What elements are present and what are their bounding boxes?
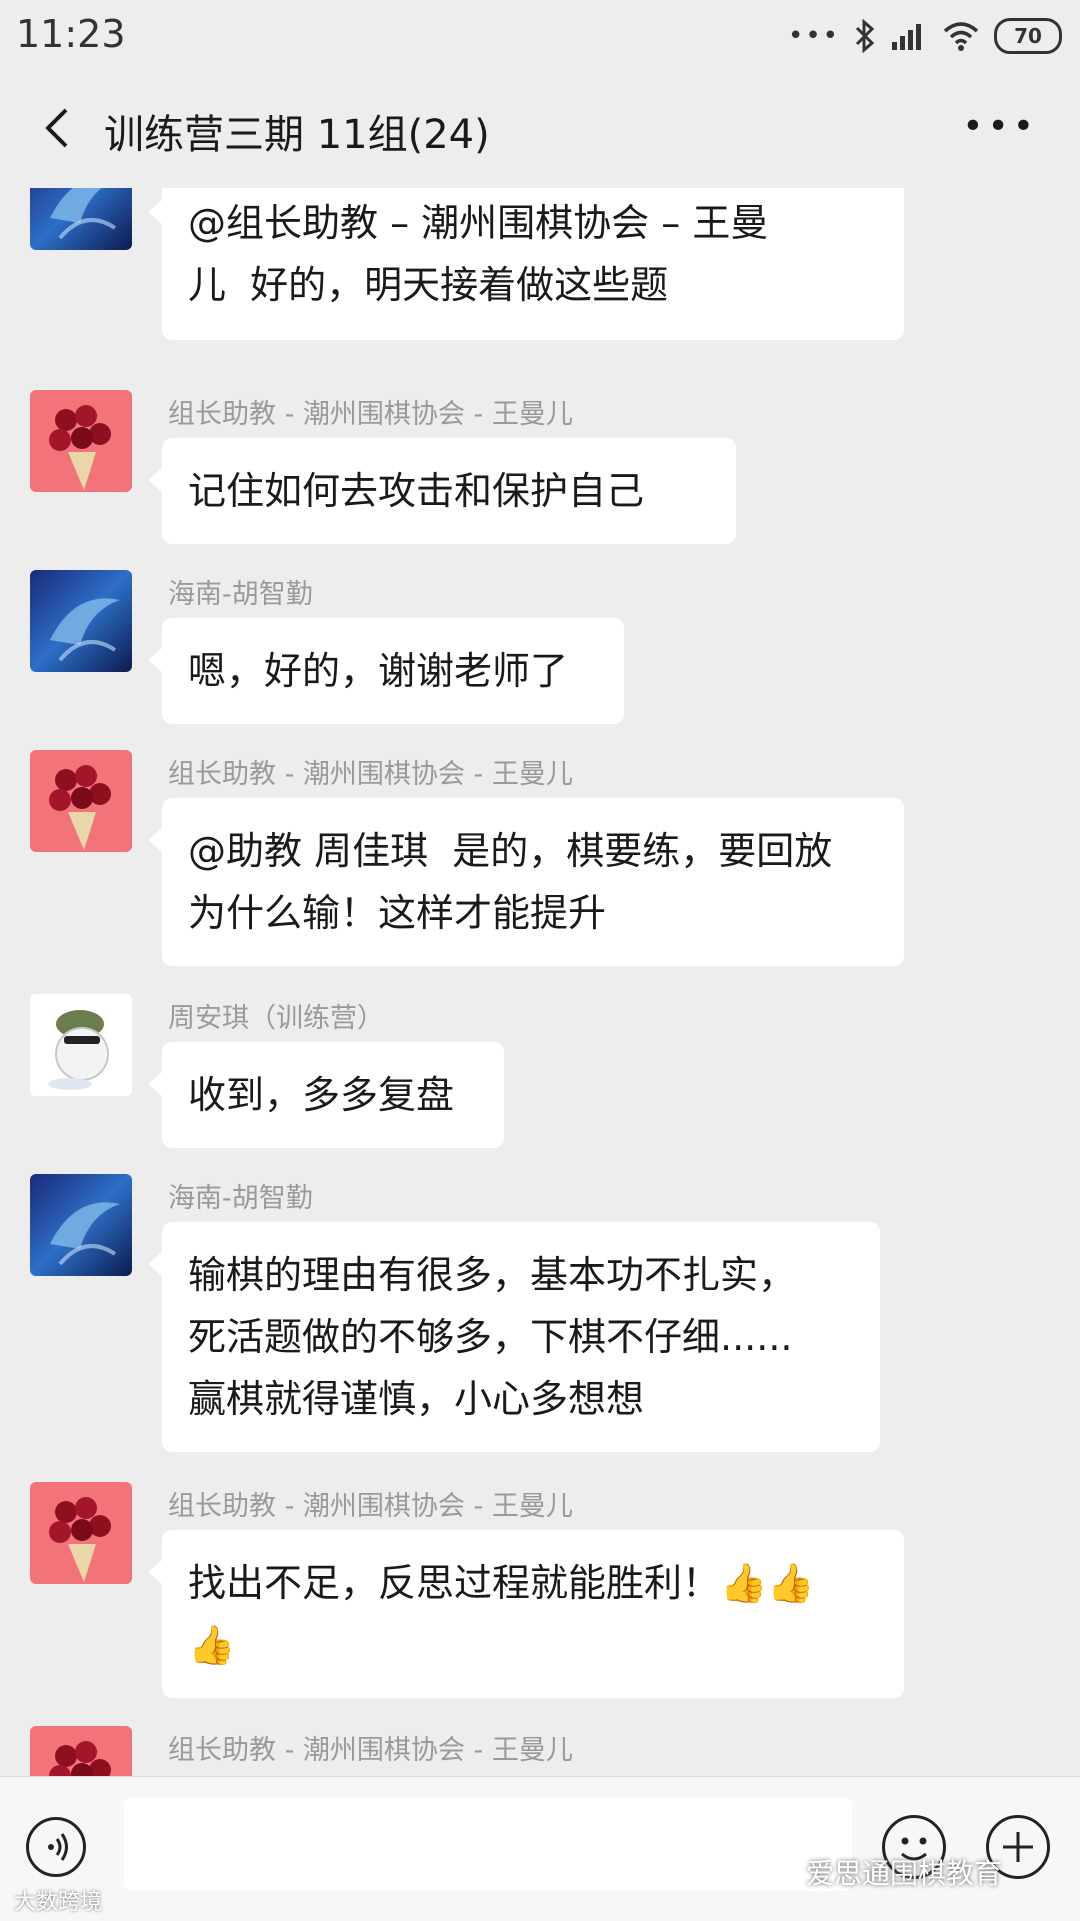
avatar-dolphin[interactable] [30,570,132,672]
message-bubble[interactable]: @助教 周佳琪 是的，棋要练，要回放 为什么输！这样才能提升 [148,798,904,966]
more-icon[interactable]: ••• [962,106,1038,147]
sender-name: 组长助教 - 潮州围棋协会 - 王曼儿 [168,1491,573,1522]
sender-name: 组长助教 - 潮州围棋协会 - 王曼儿 [168,759,573,790]
avatar-rose[interactable] [30,1726,132,1776]
message-input[interactable] [124,1797,852,1891]
avatar-cat[interactable] [30,994,132,1096]
sender-name: 海南-胡智勤 [168,1183,313,1214]
signal-dots: ••• [787,21,840,51]
sender-name: 周安琪（训练营） [168,1003,384,1034]
message-bubble[interactable]: 找出不足，反思过程就能胜利！👍👍 👍 [148,1530,904,1698]
chevron-left-icon[interactable] [34,104,82,152]
status-icons: ••• 70 [788,14,1062,58]
watermark-right: 爱思通围棋教育 [806,1857,1003,1890]
sender-name: 组长助教 - 潮州围棋协会 - 王曼儿 [168,1735,573,1766]
avatar-dolphin[interactable] [30,1174,132,1276]
status-bar: 11:23 ••• 70 [0,0,1080,70]
message-bubble[interactable]: 收到，多多复盘 [148,1042,504,1148]
voice-icon[interactable] [26,1817,86,1877]
avatar-rose[interactable] [30,750,132,852]
avatar-dolphin[interactable] [30,188,132,250]
status-time: 11:23 [16,12,126,56]
message-list[interactable]: @组长助教 – 潮州围棋协会 – 王曼 儿 好的，明天接着做这些题 组长助教 -… [0,188,1080,1776]
battery-indicator: 70 [994,18,1062,54]
message-bubble[interactable]: 嗯，好的，谢谢老师了 [148,618,624,724]
avatar-rose[interactable] [30,390,132,492]
wifi-icon [943,22,979,51]
message-bubble[interactable]: 输棋的理由有很多，基本功不扎实， 死活题做的不够多，下棋不仔细...... 赢棋… [148,1222,880,1452]
chat-header: 训练营三期 11组(24) ••• [0,70,1080,188]
signal-icon [892,24,921,50]
avatar-rose[interactable] [30,1482,132,1584]
input-bar [0,1776,1080,1921]
watermark-left: 大数跨境 [14,1890,103,1915]
sender-name: 组长助教 - 潮州围棋协会 - 王曼儿 [168,399,573,430]
message-bubble[interactable]: 记住如何去攻击和保护自己 [148,438,736,544]
chat-title: 训练营三期 11组(24) [104,112,490,158]
message-bubble[interactable]: @组长助教 – 潮州围棋协会 – 王曼 儿 好的，明天接着做这些题 [148,188,904,340]
bluetooth-icon [855,19,875,53]
sender-name: 海南-胡智勤 [168,579,313,610]
